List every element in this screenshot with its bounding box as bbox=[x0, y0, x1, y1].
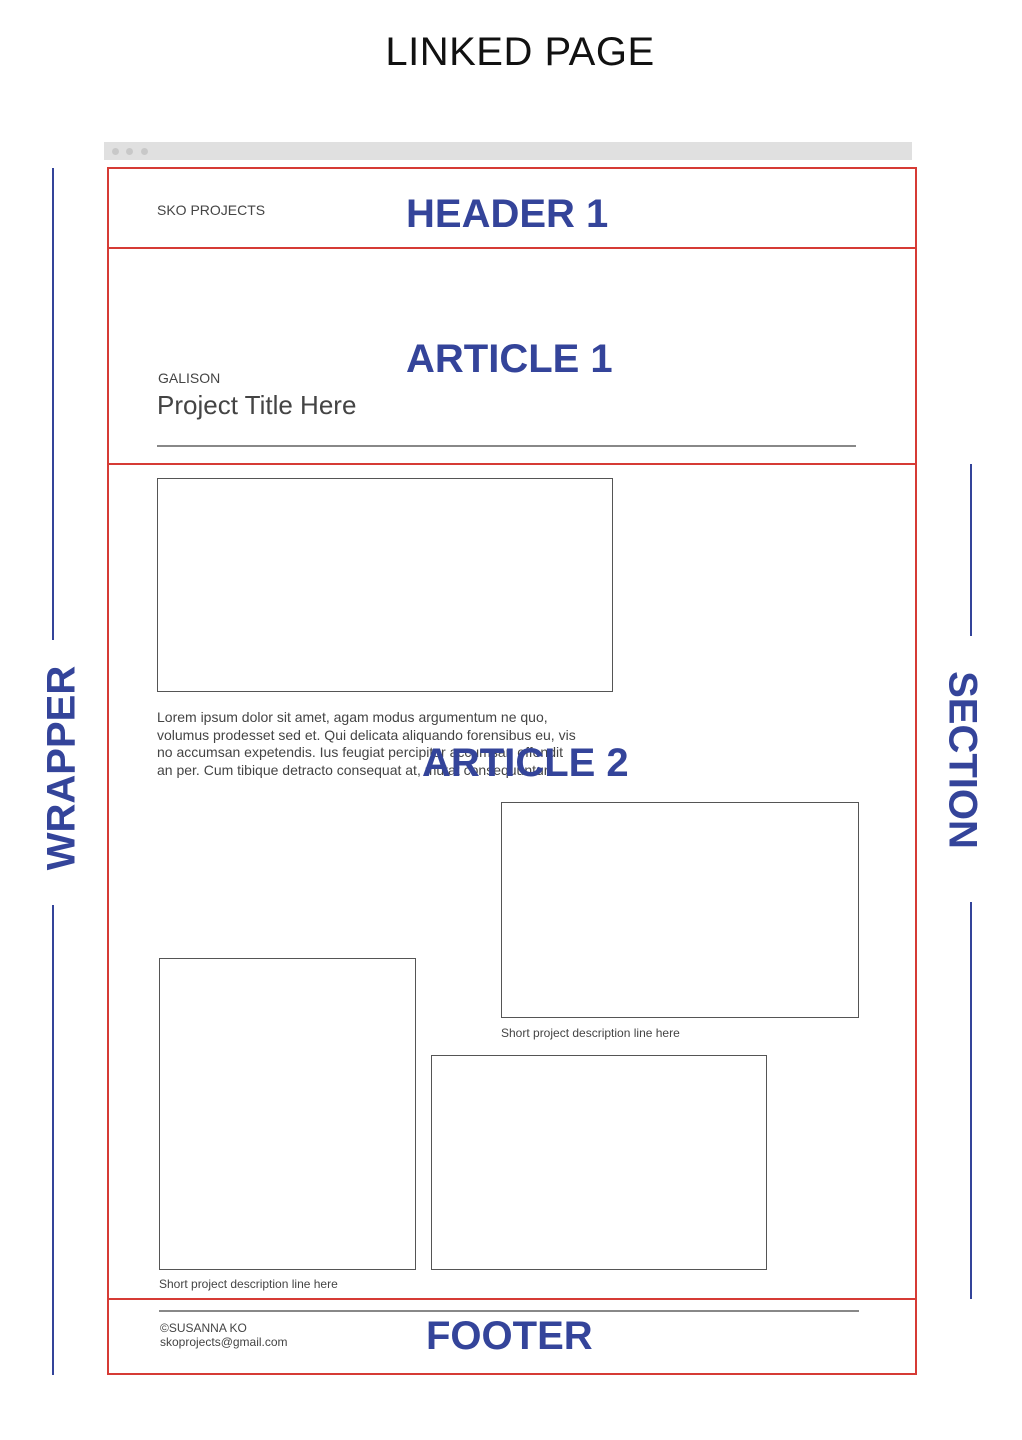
site-brand: SKO PROJECTS bbox=[157, 202, 266, 218]
page-title: LINKED PAGE bbox=[385, 30, 655, 74]
footer-label: FOOTER bbox=[426, 1314, 593, 1358]
wrapper-label: WRAPPER bbox=[39, 665, 84, 871]
footer-divider bbox=[159, 1310, 859, 1312]
footer-copyright: ©SUSANNA KO bbox=[160, 1321, 247, 1335]
wrapper-line-top bbox=[52, 168, 54, 640]
section-line-top bbox=[970, 464, 972, 636]
image-placeholder bbox=[159, 958, 416, 1270]
browser-bar bbox=[104, 142, 912, 160]
section-label: SECTION bbox=[940, 671, 985, 849]
header-label: HEADER 1 bbox=[406, 192, 609, 236]
section-line-bottom bbox=[970, 902, 972, 1299]
body-text-line: Lorem ipsum dolor sit amet, agam modus a… bbox=[157, 709, 548, 725]
window-dot-icon bbox=[126, 147, 133, 155]
project-category: GALISON bbox=[158, 370, 221, 386]
window-dot-icon bbox=[112, 147, 119, 155]
article1-label: ARTICLE 1 bbox=[406, 337, 613, 381]
image-caption: Short project description line here bbox=[159, 1277, 338, 1291]
title-divider bbox=[157, 445, 856, 447]
article2-label: ARTICLE 2 bbox=[422, 741, 629, 785]
project-title: Project Title Here bbox=[157, 390, 357, 420]
window-dot-icon bbox=[141, 147, 148, 155]
image-placeholder bbox=[501, 802, 859, 1018]
image-placeholder bbox=[431, 1055, 767, 1270]
footer-email[interactable]: skoprojects@gmail.com bbox=[160, 1335, 288, 1349]
wrapper-line-bottom bbox=[52, 905, 54, 1375]
image-caption: Short project description line here bbox=[501, 1026, 680, 1040]
hero-image-placeholder bbox=[157, 478, 613, 692]
